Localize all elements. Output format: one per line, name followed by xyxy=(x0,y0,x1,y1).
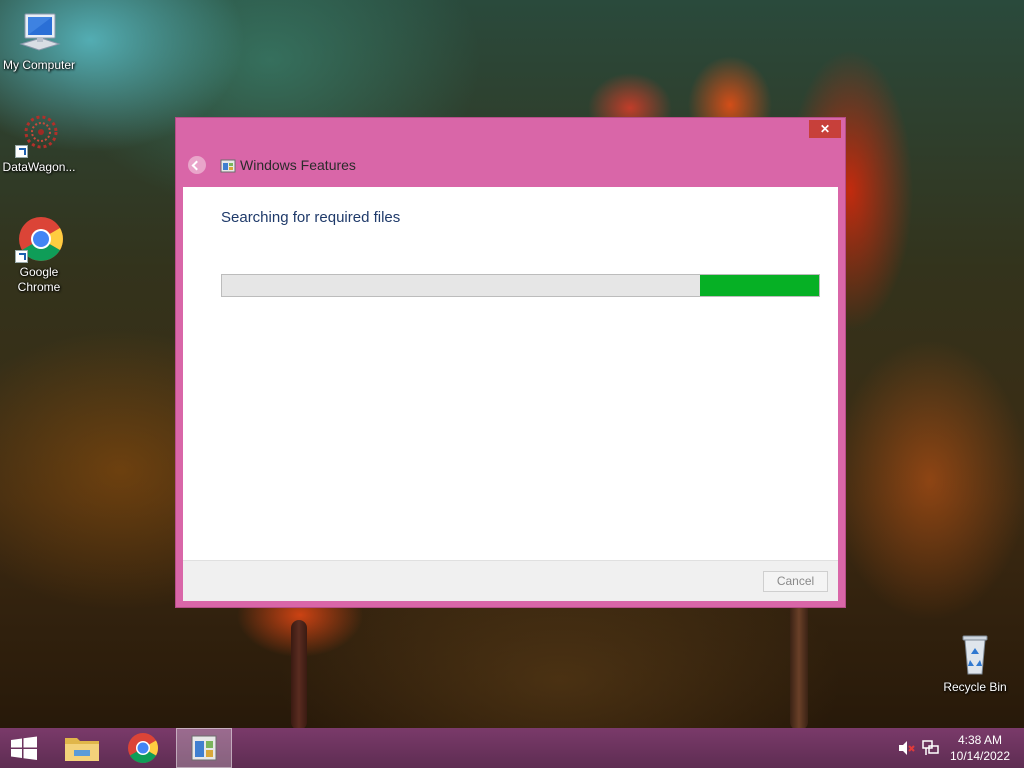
network-icon[interactable] xyxy=(920,728,940,768)
taskbar-clock[interactable]: 4:38 AM 10/14/2022 xyxy=(940,732,1020,764)
desktop-icon-recycle-bin[interactable]: Recycle Bin xyxy=(935,630,1015,695)
windows-features-dialog: ✕ Windows Features Searching for require… xyxy=(175,117,846,608)
clock-date: 10/14/2022 xyxy=(949,749,1011,763)
chrome-icon xyxy=(128,733,159,764)
desktop-icon-label: My Computer xyxy=(2,58,76,72)
taskbar-file-explorer[interactable] xyxy=(54,728,110,768)
clock-time: 4:38 AM xyxy=(957,733,1003,747)
wallpaper-flower-stem xyxy=(790,600,808,730)
desktop-icon-my-computer[interactable]: My Computer xyxy=(0,8,79,73)
close-button[interactable]: ✕ xyxy=(809,120,841,138)
taskbar-google-chrome[interactable] xyxy=(115,728,171,768)
wallpaper-flower-stem xyxy=(291,620,307,730)
desktop-icon-label: Recycle Bin xyxy=(943,680,1007,694)
shortcut-arrow-icon xyxy=(15,145,28,158)
progress-bar-fill xyxy=(699,275,819,296)
desktop-icon-label: Google Chrome xyxy=(17,265,61,294)
start-button[interactable] xyxy=(0,728,48,768)
datawagon-icon xyxy=(15,110,63,158)
windows-features-icon xyxy=(191,735,217,761)
dialog-content: Searching for required files xyxy=(183,187,838,560)
computer-icon xyxy=(15,8,63,56)
desktop: My Computer DataWagon... Google Chrome R… xyxy=(0,0,1024,768)
chrome-icon xyxy=(15,215,63,263)
cancel-button[interactable]: Cancel xyxy=(763,571,828,592)
windows-features-icon xyxy=(220,158,236,174)
status-heading: Searching for required files xyxy=(221,209,401,226)
recycle-bin-icon xyxy=(951,630,999,678)
dialog-footer: Cancel xyxy=(183,560,838,601)
volume-muted-icon[interactable] xyxy=(896,728,916,768)
progress-bar xyxy=(221,274,820,297)
desktop-icon-label: DataWagon... xyxy=(2,160,76,174)
back-arrow-icon[interactable] xyxy=(188,156,206,174)
taskbar-windows-features[interactable] xyxy=(176,728,232,768)
folder-icon xyxy=(65,738,99,761)
windows-logo-icon xyxy=(11,736,37,760)
taskbar: 4:38 AM 10/14/2022 xyxy=(0,728,1024,768)
shortcut-arrow-icon xyxy=(15,250,28,263)
desktop-icon-google-chrome[interactable]: Google Chrome xyxy=(0,215,79,295)
desktop-icon-datawagon[interactable]: DataWagon... xyxy=(0,110,79,175)
dialog-title: Windows Features xyxy=(240,157,356,173)
